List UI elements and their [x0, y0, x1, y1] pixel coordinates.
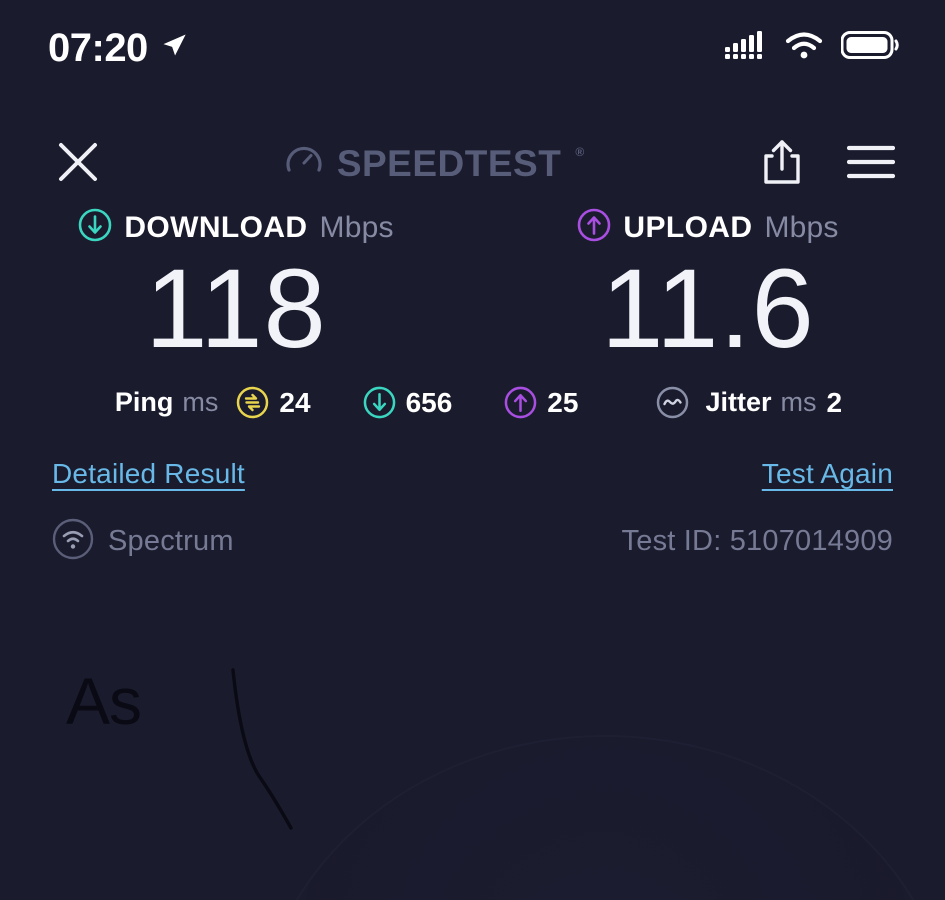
- upload-label: UPLOAD: [623, 211, 752, 245]
- status-bar-clock: 07:20: [48, 28, 148, 68]
- status-bar-right: [725, 30, 899, 65]
- action-links: Detailed Result Test Again: [0, 458, 945, 490]
- jitter-value: 2: [826, 387, 842, 419]
- location-arrow-icon: [160, 31, 188, 64]
- idle-latency-icon: [236, 386, 269, 419]
- upload-unit: Mbps: [764, 211, 838, 245]
- upload-metric: UPLOAD Mbps 11.6: [472, 208, 944, 370]
- latency-row: Ping ms 24 656: [0, 386, 945, 419]
- brand-name: SPEEDTEST: [337, 143, 562, 185]
- jitter-unit: ms: [780, 387, 816, 418]
- test-id: Test ID: 5107014909: [622, 525, 893, 558]
- cellular-signal-icon: [725, 30, 767, 65]
- share-button[interactable]: [761, 138, 803, 191]
- download-value: 118: [145, 249, 327, 370]
- metric-row: DOWNLOAD Mbps 118 UPLOAD Mbps: [0, 208, 945, 370]
- background-dome-graphic: [255, 735, 945, 900]
- status-bar-left: 07:20: [48, 28, 188, 68]
- isp-name: Spectrum: [108, 525, 234, 558]
- test-meta: Spectrum Test ID: 5107014909: [0, 518, 945, 565]
- download-arrow-icon: [78, 208, 112, 247]
- trademark-mark: ®: [575, 145, 584, 159]
- share-icon: [761, 138, 803, 191]
- download-arrow-icon: [363, 386, 396, 419]
- battery-icon: [841, 30, 899, 65]
- speed-results: DOWNLOAD Mbps 118 UPLOAD Mbps: [0, 208, 945, 370]
- jitter-wave-icon: [656, 386, 689, 419]
- ad-placeholder-text: As: [66, 663, 141, 739]
- upload-header: UPLOAD Mbps: [577, 208, 838, 247]
- ad-placeholder-curve: [225, 668, 345, 848]
- hamburger-menu-icon: [847, 143, 895, 186]
- menu-button[interactable]: [847, 143, 895, 186]
- ping-unit: ms: [182, 387, 218, 418]
- ping-label: Ping: [115, 387, 174, 418]
- close-icon: [56, 140, 100, 189]
- upload-arrow-icon: [577, 208, 611, 247]
- header-actions: [761, 138, 905, 191]
- close-button[interactable]: [50, 140, 106, 189]
- upload-value: 11.6: [601, 249, 815, 370]
- upload-latency-value: 25: [547, 387, 578, 419]
- ping-group: Ping ms: [115, 387, 219, 418]
- isp-info[interactable]: Spectrum: [52, 518, 234, 565]
- wifi-icon: [785, 31, 823, 65]
- upload-arrow-icon: [504, 386, 537, 419]
- download-header: DOWNLOAD Mbps: [78, 208, 393, 247]
- speedtest-result-screen: 07:20: [0, 0, 945, 900]
- download-metric: DOWNLOAD Mbps 118: [0, 208, 472, 370]
- status-bar: 07:20: [0, 0, 945, 95]
- jitter-label: Jitter: [705, 387, 771, 418]
- download-label: DOWNLOAD: [124, 211, 307, 245]
- speedtest-logo: SPEEDTEST ®: [106, 142, 761, 187]
- speedometer-icon: [284, 142, 324, 187]
- test-again-link[interactable]: Test Again: [762, 458, 893, 490]
- idle-latency-value: 24: [279, 387, 310, 419]
- wifi-circle-icon: [52, 518, 94, 565]
- detailed-result-link[interactable]: Detailed Result: [52, 458, 245, 490]
- download-latency-value: 656: [406, 387, 453, 419]
- download-unit: Mbps: [320, 211, 394, 245]
- app-header: SPEEDTEST ®: [0, 124, 945, 204]
